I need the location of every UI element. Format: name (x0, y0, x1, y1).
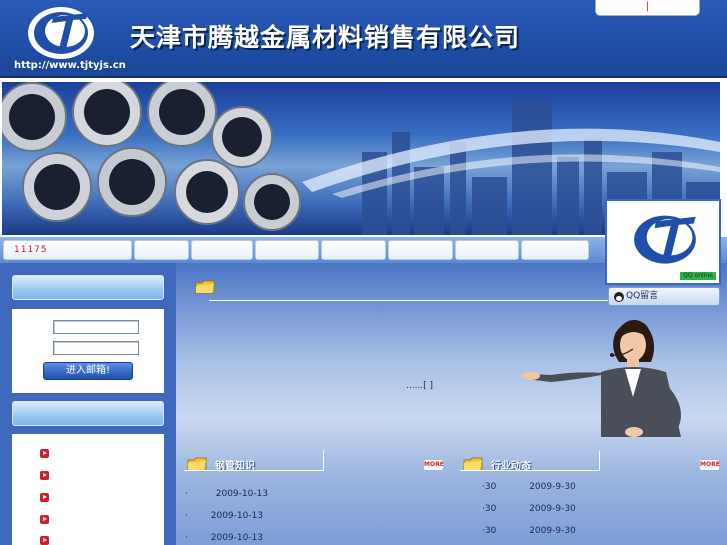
nav-item-8[interactable] (521, 240, 589, 260)
site-header: 天津市腾越金属材料销售有限公司 http://www.tjtyjs.cn | (0, 0, 727, 78)
nav-item-7[interactable] (455, 240, 519, 260)
qq-logo-box[interactable]: QQ online (605, 199, 721, 285)
side-menu-header (12, 401, 164, 426)
news-bullet: · (185, 533, 188, 543)
section-rule (184, 451, 324, 471)
news-bullet: · (185, 489, 188, 499)
bullet-arrow-icon[interactable] (40, 536, 49, 545)
side-menu-panel (12, 434, 164, 545)
bullet-arrow-icon[interactable] (40, 471, 49, 480)
nav-item-2[interactable] (134, 240, 189, 260)
news-row[interactable]: ·30 2009-9-30 (482, 526, 576, 536)
logo-icon (634, 215, 696, 264)
news-bullet: ·30 (482, 482, 497, 492)
company-name: 天津市腾越金属材料销售有限公司 (130, 23, 521, 52)
email-login-panel: 进入邮箱! (12, 309, 164, 393)
news-date: 2009-9-30 (529, 504, 576, 514)
nav-item-4[interactable] (255, 240, 319, 260)
news-row[interactable]: ·30 2009-9-30 (482, 504, 576, 514)
bullet-arrow-icon[interactable] (40, 493, 49, 502)
news-row[interactable]: · 2009-10-13 (185, 533, 263, 543)
qq-message-label: QQ留言 (626, 291, 659, 301)
qq-message-button[interactable]: QQ留言 (608, 287, 720, 306)
news-date: 2009-10-13 (210, 533, 264, 543)
folder-icon (195, 280, 215, 294)
qq-widget: QQ online QQ留言 (605, 199, 721, 307)
nav-item-1[interactable]: 11175 (3, 240, 132, 260)
news-bullet: ·30 (482, 526, 497, 536)
presenter-image (522, 319, 681, 437)
site-url[interactable]: http://www.tjtyjs.cn (14, 60, 126, 71)
more-badge-steel-knowledge[interactable]: MORE (424, 460, 444, 470)
news-date: 2009-9-30 (529, 482, 576, 492)
bullet-arrow-icon[interactable] (40, 449, 49, 458)
logo-icon[interactable] (26, 5, 96, 60)
steel-knowledge-header: 钢管知识 MORE (184, 451, 450, 473)
qq-penguin-icon (614, 292, 624, 302)
news-date: 2009-10-13 (210, 511, 264, 521)
qq-online-badge[interactable]: QQ online (680, 272, 716, 280)
email-login-header (12, 275, 164, 300)
news-date: 2009-10-13 (215, 489, 269, 499)
intro-text: ......[ ] (406, 381, 434, 391)
news-row[interactable]: ·30 2009-9-30 (482, 482, 576, 492)
top-link-box[interactable]: | (595, 0, 700, 16)
news-bullet: ·30 (482, 504, 497, 514)
news-row[interactable]: · 2009-10-13 (185, 511, 263, 521)
nav-item-5[interactable] (321, 240, 386, 260)
left-sidebar: 进入邮箱! (0, 263, 176, 545)
username-input[interactable] (53, 320, 139, 334)
nav-item-6[interactable] (388, 240, 453, 260)
top-link-separator: | (645, 1, 650, 12)
bullet-arrow-icon[interactable] (40, 515, 49, 524)
section-rule (460, 451, 600, 471)
password-input[interactable] (53, 341, 139, 355)
industry-news-header: 行业动态 MORE (460, 451, 722, 473)
enter-mailbox-button[interactable]: 进入邮箱! (43, 362, 133, 380)
news-row[interactable]: · 2009-10-13 (185, 489, 268, 499)
more-badge-industry-news[interactable]: MORE (700, 460, 720, 470)
news-bullet: · (185, 511, 188, 521)
nav-item-3[interactable] (191, 240, 253, 260)
news-date: 2009-9-30 (529, 526, 576, 536)
intro-divider (209, 300, 609, 301)
